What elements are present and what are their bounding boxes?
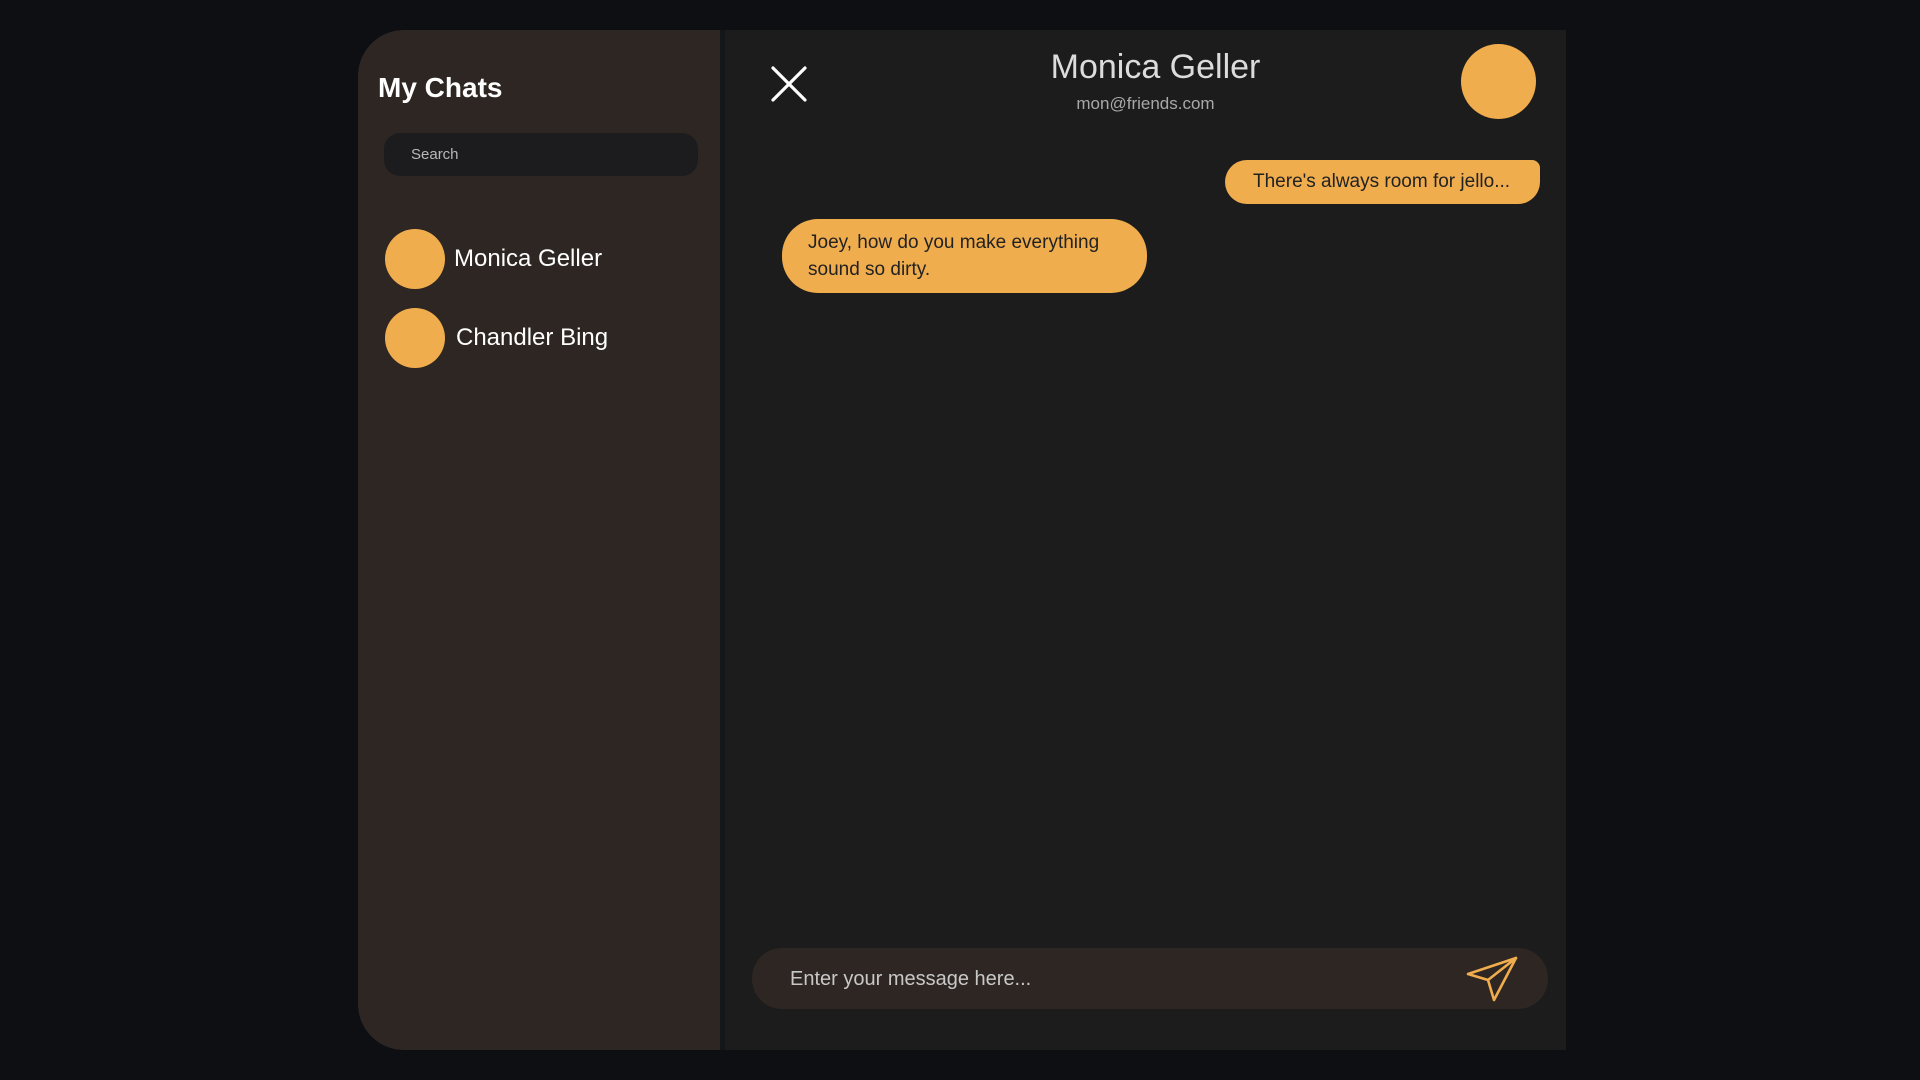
contact-email: mon@friends.com [1076,94,1215,113]
sidebar: My Chats Monica Geller Chandler Bing [358,30,720,1050]
chat-app: My Chats Monica Geller Chandler Bing Mon… [358,30,1566,1050]
message-bubble-received: Joey, how do you make everything sound s… [782,219,1147,293]
send-icon [1466,956,1518,1002]
contact-name-container: Monica Geller [725,48,1566,87]
avatar [385,229,445,289]
message-input[interactable] [788,948,1442,1011]
avatar [385,308,445,368]
message-composer [752,948,1548,1011]
chat-panel: Monica Geller mon@friends.com There's al… [725,30,1566,1050]
chat-item-name: Monica Geller [454,245,603,272]
sidebar-title: My Chats [378,72,503,103]
chat-item-chandler-bing[interactable]: Chandler Bing [385,308,685,368]
contact-avatar[interactable] [1461,44,1536,119]
message-bubble-sent: There's always room for jello... [1225,160,1540,204]
search-input[interactable] [409,145,698,164]
chat-item-monica-geller[interactable]: Monica Geller [385,229,685,289]
send-button[interactable] [1464,954,1520,1004]
contact-name: Monica Geller [1050,48,1261,86]
search-box[interactable] [384,133,698,176]
chat-item-name: Chandler Bing [456,324,609,351]
